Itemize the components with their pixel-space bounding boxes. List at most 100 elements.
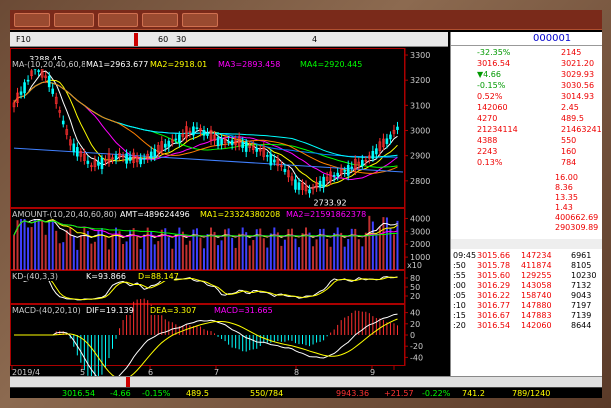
candlestick-chart[interactable]: 3300320031003000290028003288.452733.92MA… [10,48,448,385]
volume-bar [143,234,146,270]
candle-body [142,157,146,160]
trade-cell: :20 [453,321,466,330]
volume-bar [297,247,300,270]
volume-bar [333,232,336,270]
trade-cell: 147883 [521,311,552,320]
trade-row: :05 3016.22 158740 9043 [451,291,602,301]
bottom-tab-7[interactable] [196,377,200,387]
volume-bar [86,231,89,270]
volume-bar [231,237,234,270]
volume-bar [34,214,37,270]
bottom-tab-2[interactable] [60,377,64,387]
menu-button-5[interactable] [182,13,218,27]
bottom-tab-4[interactable] [126,377,130,387]
amount-legend-item: AMT=489624496 [120,210,190,219]
toolbar-item-4[interactable] [114,33,118,46]
toolbar-item-8[interactable] [192,33,196,46]
toolbar-item-7[interactable]: 30 [174,33,188,46]
toolbar-item-1[interactable] [32,33,36,46]
toolbar-item-12[interactable] [288,33,292,46]
toolbar-item-3[interactable] [78,33,82,46]
x-axis-label: 8 [294,368,299,376]
volume-bar [146,227,149,270]
candle-body [19,91,23,95]
toolbar-item-10[interactable] [238,33,242,46]
candle-body [346,165,350,176]
toolbar-item-15[interactable] [356,33,360,46]
volume-bar [273,227,276,270]
quote-cell: 160 [561,147,577,156]
toolbar-item-5[interactable] [134,33,138,46]
menu-button-4[interactable] [142,13,178,27]
toolbar-item-0[interactable]: F10 [14,33,33,46]
quote-cell: 3014.93 [561,92,595,101]
bottom-tab-10[interactable] [242,377,246,387]
trade-cell: 3016.54 [477,321,511,330]
candle-body [100,157,104,169]
bottom-tab-1[interactable] [34,377,38,387]
quote-row: 2243 160 [451,147,602,157]
menu-button-2[interactable] [54,13,94,27]
candle-body [318,180,322,188]
volume-bar [72,236,75,270]
bottom-tab-8[interactable] [214,377,218,387]
volume-bar [125,241,128,270]
toolbar-item-6[interactable]: 60 [156,33,170,46]
volume-bar [111,234,114,270]
volume-bar [93,241,96,270]
candle-body [269,153,273,166]
menu-button-3[interactable] [98,13,138,27]
volume-bar [343,246,346,270]
candle-body [294,179,297,190]
bottom-tab-9[interactable] [228,377,232,387]
trade-cell: 09:45 [453,251,477,260]
price-tick-label: 3200 [410,76,430,85]
volume-bar [262,238,265,270]
candle-body [220,138,223,145]
candle-body [86,160,90,164]
quote-row: 13.35 [451,193,602,203]
quote-row: 0.13% 784 [451,158,602,168]
trade-cell: :05 [453,291,466,300]
volume-bar [30,227,33,270]
toolbar-item-13[interactable]: 4 [310,33,319,46]
volume-bar [181,231,184,270]
bottom-tab-11[interactable] [266,377,270,387]
bottom-tab-3[interactable] [92,377,96,387]
quote-cell: ▼4.66 [477,70,501,79]
quote-row: 8.36 [451,183,602,193]
bottom-tab-6[interactable] [178,377,182,387]
volume-bar [252,240,255,270]
bottom-tab-12[interactable] [288,377,292,387]
volume-bar [326,238,329,270]
status-index2-value: 9943.36 [336,389,370,398]
candle-body [76,147,79,157]
macd-legend-item: DEA=3.307 [150,306,196,315]
chart-area[interactable]: 3300 3200 3100 3000 2900 2800 3288.45 2733.92 MA… [10,48,448,385]
toolbar-item-2[interactable] [56,33,60,46]
bottom-tab-0[interactable] [12,377,16,387]
volume-bar [27,227,30,270]
toolbar-item-17[interactable] [412,33,416,46]
bottom-tab-5[interactable] [156,377,160,387]
quote-cell: 13.35 [555,193,578,202]
trade-cell: :55 [453,271,466,280]
menu-button-1[interactable] [14,13,50,27]
toolbar-item-14[interactable] [330,33,334,46]
toolbar-item-11[interactable] [260,33,264,46]
macd-tick-label: 0 [410,331,415,340]
candle-body [266,155,269,157]
volume-bar [347,239,350,270]
trade-cell: :15 [453,311,466,320]
x-axis-label: 9 [370,368,375,376]
candle-body [244,141,248,152]
trade-row: :10 3016.77 147880 7197 [451,301,602,311]
candle-body [97,161,100,166]
toolbar-item-16[interactable] [386,33,390,46]
quote-row: 290309.89 [451,223,602,233]
amount-legend-item: AMOUNT-(10,20,40,60,80) [12,210,117,219]
toolbar-item-9[interactable] [218,33,222,46]
volume-bar [294,238,297,270]
trade-cell: :10 [453,301,466,310]
volume-bar [136,236,139,270]
